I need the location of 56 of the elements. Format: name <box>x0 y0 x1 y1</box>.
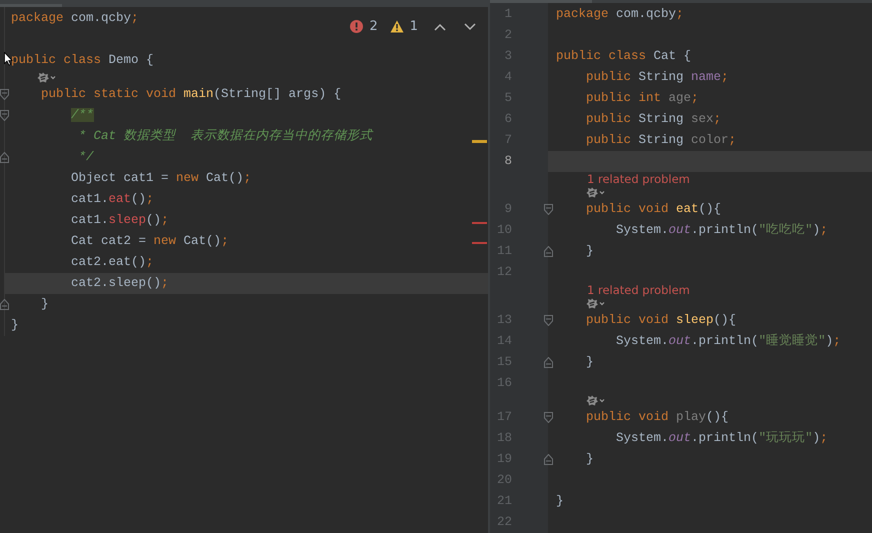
fold-start-icon[interactable] <box>544 412 553 423</box>
error-marker[interactable] <box>472 242 487 244</box>
warning-icon[interactable] <box>390 20 404 34</box>
code-line: public class Demo { <box>11 52 154 69</box>
code-line: System.out.println("玩玩玩"); <box>615 430 828 447</box>
chevron-up-icon[interactable] <box>434 22 446 31</box>
fold-end-icon[interactable] <box>544 454 553 465</box>
code-line: cat1.sleep(); <box>70 212 169 229</box>
fold-start-icon[interactable] <box>0 89 9 100</box>
fold-start-icon[interactable] <box>0 110 9 121</box>
mouse-cursor-icon <box>4 52 13 66</box>
hint-icon[interactable] <box>586 395 606 406</box>
fold-end-icon[interactable] <box>0 152 9 163</box>
code-line: * Cat 数据类型 表示数据在内存当中的存储形式 <box>78 128 373 145</box>
code-line: public void eat(){ <box>585 201 722 218</box>
warning-count: 1 <box>410 18 418 36</box>
error-icon[interactable] <box>350 20 364 34</box>
code-line: public void play(){ <box>585 409 729 426</box>
code-line: System.out.println("睡觉睡觉"); <box>615 332 841 350</box>
related-problem-link[interactable]: 1 related problem <box>587 172 690 186</box>
code-line: cat1.eat(); <box>70 191 154 208</box>
code-line: public static void main(String[] args) { <box>40 86 342 103</box>
fold-start-icon[interactable] <box>544 315 553 326</box>
code-line: public String color; <box>585 132 736 149</box>
code-line: public void sleep(){ <box>585 312 736 329</box>
fold-end-icon[interactable] <box>544 357 553 368</box>
hint-icon[interactable] <box>586 298 606 309</box>
code-line: Object cat1 = new Cat(); <box>70 170 252 187</box>
code-line: } <box>585 354 594 371</box>
chevron-down-icon[interactable] <box>464 22 476 31</box>
code-line: public int age; <box>585 90 699 107</box>
warning-marker[interactable] <box>472 140 487 143</box>
error-marker[interactable] <box>472 222 487 224</box>
code-line: package com.qcby; <box>556 6 684 23</box>
code-line: package com.qcby; <box>11 10 139 27</box>
code-line: } <box>585 451 594 468</box>
code-line: cat2.eat(); <box>70 254 154 271</box>
code-line: public class Cat { <box>556 48 692 65</box>
fold-end-icon[interactable] <box>544 246 553 257</box>
fold-end-icon[interactable] <box>0 299 9 310</box>
code-line: } <box>40 296 49 313</box>
code-line: System.out.println("吃吃吃"); <box>615 222 828 239</box>
hint-icon[interactable] <box>37 72 57 83</box>
code-line: public String name; <box>585 69 729 86</box>
code-line: cat2.sleep(); <box>70 275 169 292</box>
line-number: 8 <box>503 153 513 170</box>
code-line: } <box>585 243 594 260</box>
code-line: */ <box>78 149 94 166</box>
code-line: Cat cat2 = new Cat(); <box>70 233 229 250</box>
fold-start-icon[interactable] <box>544 204 553 215</box>
hint-icon[interactable] <box>586 187 606 198</box>
related-problem-link[interactable]: 1 related problem <box>587 283 690 297</box>
error-count: 2 <box>369 18 378 36</box>
code-line: } <box>11 317 19 334</box>
code-line: } <box>556 493 564 510</box>
code-line: public String sex; <box>585 111 722 128</box>
